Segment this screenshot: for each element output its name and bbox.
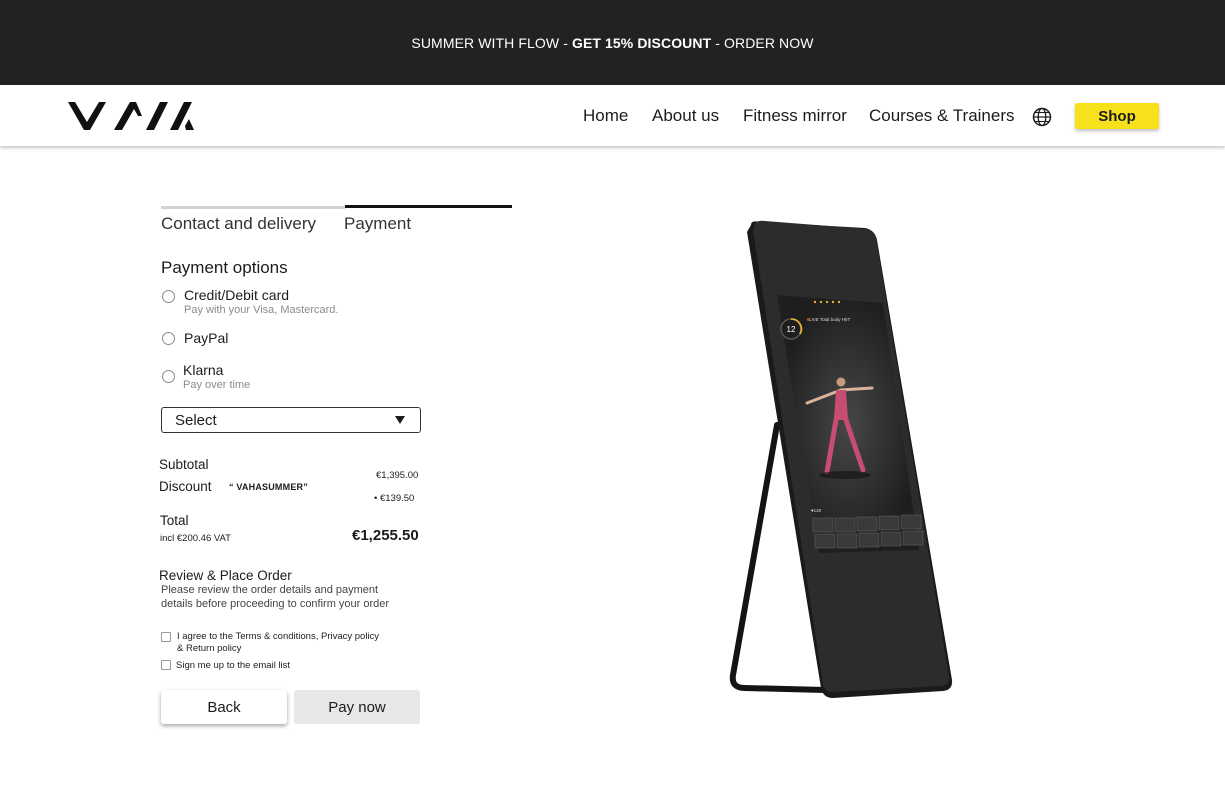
terms-label-line2: & Return policy: [177, 643, 242, 654]
review-description: Please review the order details and paym…: [161, 584, 390, 610]
review-title: Review & Place Order: [159, 568, 292, 583]
select-value: Select: [175, 411, 217, 429]
terms-label: I agree to the Terms & conditions, Priva…: [177, 631, 379, 655]
step-payment[interactable]: Payment: [344, 214, 411, 234]
radio-credit-card[interactable]: [162, 290, 175, 303]
credit-card-sub: Pay with your Visa, Mastercard.: [184, 304, 339, 316]
newsletter-checkbox[interactable]: [161, 660, 171, 670]
payment-options-title: Payment options: [161, 258, 288, 277]
radio-klarna[interactable]: [162, 370, 175, 383]
shop-button[interactable]: Shop: [1075, 103, 1159, 129]
klarna-label[interactable]: Klarna: [183, 362, 223, 378]
nav-fitness-mirror[interactable]: Fitness mirror: [743, 85, 847, 146]
terms-label-line1: I agree to the Terms & conditions, Priva…: [177, 631, 380, 642]
discount-label: Discount: [159, 479, 212, 494]
promo-cta-text: - ORDER NOW: [711, 34, 814, 51]
nav-about-us[interactable]: About us: [652, 85, 719, 146]
site-header: Home About us Fitness mirror Courses & T…: [0, 85, 1225, 146]
paypal-label[interactable]: PayPal: [184, 330, 228, 346]
step-contact-delivery[interactable]: Contact and delivery: [161, 214, 316, 234]
total-value: €1,255.50: [352, 527, 419, 544]
promo-text: SUMMER WITH FLOW -: [411, 34, 572, 51]
subtotal-label: Subtotal: [159, 457, 209, 472]
step-progress-payment: [345, 205, 512, 208]
globe-icon[interactable]: [1032, 107, 1052, 127]
discount-code: “ VAHASUMMER”: [229, 482, 308, 492]
discount-value: • €139.50: [374, 493, 415, 504]
mirror-live-label: LIVE Total body HIIT: [809, 317, 850, 322]
promo-banner[interactable]: SUMMER WITH FLOW - GET 15% DISCOUNT - OR…: [0, 0, 1225, 85]
total-label: Total: [160, 513, 189, 528]
nav-courses-trainers[interactable]: Courses & Trainers: [869, 85, 1015, 146]
terms-checkbox[interactable]: [161, 632, 171, 642]
vaha-logo[interactable]: [68, 102, 200, 130]
newsletter-label: Sign me up to the email list: [176, 660, 291, 671]
payment-select-dropdown[interactable]: Select: [161, 407, 421, 433]
promo-discount-text: GET 15% DISCOUNT: [571, 34, 712, 51]
radio-paypal[interactable]: [162, 332, 175, 345]
credit-card-label[interactable]: Credit/Debit card: [184, 287, 289, 303]
caret-down-icon: [395, 416, 405, 424]
vat-text: incl €200.46 VAT: [160, 533, 231, 544]
back-button[interactable]: Back: [161, 690, 287, 724]
mirror-timer: 12: [787, 325, 796, 334]
nav-home[interactable]: Home: [583, 85, 628, 146]
fitness-mirror-image: 12 LIVE Total body HIIT ♥120: [729, 220, 953, 698]
pay-now-button[interactable]: Pay now: [294, 690, 420, 724]
svg-text:♥120: ♥120: [811, 508, 822, 513]
subtotal-value: €1,395.00: [376, 470, 419, 481]
klarna-sub: Pay over time: [183, 379, 251, 391]
step-progress-contact: [161, 206, 345, 209]
